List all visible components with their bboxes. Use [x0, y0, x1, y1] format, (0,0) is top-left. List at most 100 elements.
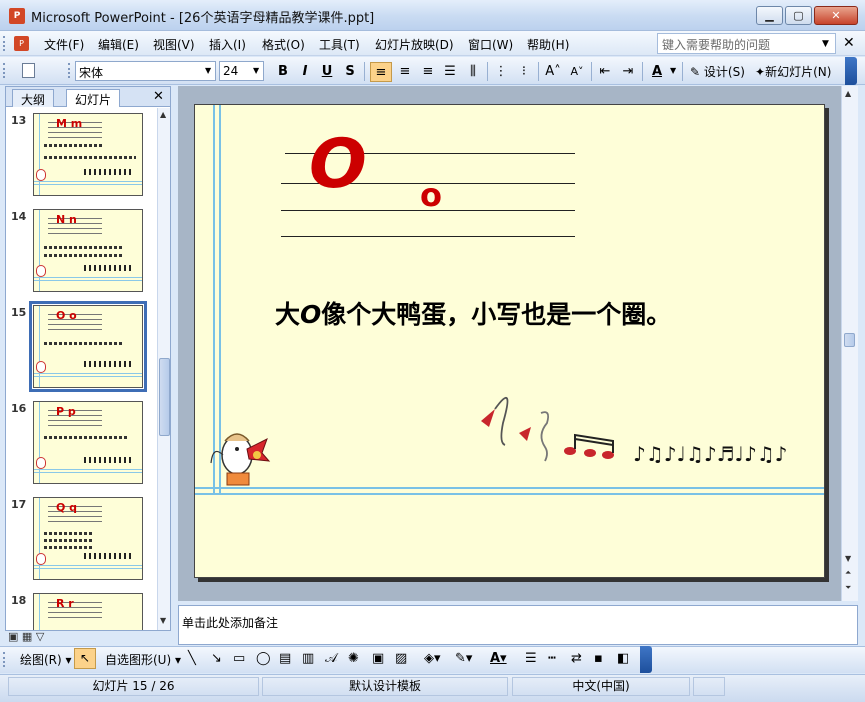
thumbnail-scrollbar[interactable]: ▲ ▼ [157, 108, 170, 630]
slide-thumbnail[interactable]: Q q [33, 497, 143, 580]
slide-thumbnail-selected[interactable]: O o [29, 301, 147, 392]
list-item[interactable]: 13 M m [6, 108, 156, 204]
menu-format[interactable]: 格式(O) [262, 36, 305, 53]
slide-thumbnail[interactable]: P p [33, 401, 143, 484]
scroll-down-icon[interactable]: ▼ [160, 616, 166, 625]
scroll-up-icon[interactable]: ▲ [160, 110, 166, 119]
decrease-font-icon[interactable]: A˅ [567, 62, 587, 82]
bullets-icon[interactable]: ⁝ [515, 62, 533, 82]
wordart-icon[interactable]: 𝒜 [325, 651, 337, 666]
arrow-icon[interactable]: ↘ [211, 651, 222, 666]
decrease-indent-icon[interactable]: ⇤ [596, 62, 614, 82]
oval-icon[interactable]: ◯ [256, 651, 271, 666]
close-button[interactable]: ✕ [814, 6, 858, 25]
3d-style-icon[interactable]: ◧ [617, 651, 629, 666]
new-slide-button[interactable]: ✦新幻灯片(N) [755, 63, 831, 80]
slide-sentence[interactable]: 大O像个大鸭蛋，小写也是一个圈。 [275, 295, 671, 331]
scroll-down-icon[interactable]: ▼ [845, 554, 851, 563]
chevron-down-icon[interactable]: ▼ [670, 66, 676, 75]
chevron-down-icon[interactable]: ▼ [822, 39, 829, 49]
increase-font-icon[interactable]: A˄ [543, 62, 563, 82]
menu-window[interactable]: 窗口(W) [468, 36, 513, 53]
chevron-down-icon[interactable]: ▼ [253, 66, 259, 75]
increase-indent-icon[interactable]: ⇥ [619, 62, 637, 82]
menu-tools[interactable]: 工具(T) [319, 36, 360, 53]
font-name-select[interactable]: 宋体 [75, 61, 216, 81]
list-item[interactable]: 16 P p [6, 396, 156, 492]
previous-slide-icon[interactable]: ⏶ [845, 568, 851, 578]
align-left-button[interactable]: ≡ [370, 62, 392, 82]
new-document-icon[interactable] [22, 63, 35, 78]
font-color-icon[interactable]: A [648, 62, 666, 82]
chevron-down-icon[interactable]: ▼ [205, 66, 211, 75]
bold-button[interactable]: B [275, 62, 291, 82]
slideshow-view-icon[interactable]: ▽ [36, 630, 44, 643]
toolbar-options-icon[interactable] [640, 646, 652, 673]
tab-slides[interactable]: 幻灯片 [66, 89, 121, 107]
help-search-input[interactable]: 键入需要帮助的问题 [657, 33, 836, 54]
slide-position-status: 幻灯片 15 / 26 [8, 677, 259, 696]
dash-style-icon[interactable]: ┅ [548, 651, 556, 666]
picture-icon[interactable]: ▨ [395, 651, 407, 666]
textbox-icon[interactable]: ▤ [279, 651, 291, 666]
clipart-icon[interactable]: ▣ [372, 651, 384, 666]
notes-pane[interactable]: 单击此处添加备注 [178, 605, 858, 645]
scroll-up-icon[interactable]: ▲ [845, 89, 851, 98]
slide-thumbnail[interactable]: N n [33, 209, 143, 292]
scroll-thumb[interactable] [159, 358, 170, 436]
fill-color-icon[interactable]: ◈▾ [424, 651, 441, 666]
diagram-icon[interactable]: ✺ [348, 651, 359, 666]
draw-menu-button[interactable]: 绘图(R) ▾ [20, 651, 72, 668]
menu-file[interactable]: 文件(F) [44, 36, 84, 53]
underline-button[interactable]: U [319, 62, 335, 82]
list-item[interactable]: 15 O o [6, 300, 156, 396]
slide-sorter-icon[interactable]: ▦ [22, 630, 32, 643]
align-center-button[interactable]: ≡ [396, 62, 414, 82]
select-objects-icon[interactable]: ↖ [74, 648, 96, 669]
template-status: 默认设计模板 [262, 677, 508, 696]
design-button[interactable]: ✎ 设计(S) [690, 63, 745, 80]
staff-line [281, 236, 575, 237]
normal-view-icon[interactable]: ▣ [8, 630, 18, 643]
list-item[interactable]: 14 N n [6, 204, 156, 300]
line-color-icon[interactable]: ✎▾ [455, 651, 472, 666]
line-style-icon[interactable]: ☰ [525, 651, 537, 666]
font-color-icon[interactable]: A▾ [490, 651, 507, 666]
vertical-textbox-icon[interactable]: ▥ [302, 651, 314, 666]
rectangle-icon[interactable]: ▭ [233, 651, 245, 666]
menu-slideshow[interactable]: 幻灯片放映(D) [375, 36, 454, 53]
panel-close-icon[interactable]: ✕ [153, 89, 164, 104]
autoshapes-button[interactable]: 自选图形(U) ▾ [105, 651, 181, 668]
distribute-button[interactable]: ⫼ [464, 62, 482, 82]
current-slide[interactable]: O o 大O像个大鸭蛋，小写也是一个圈。 ♪♫♪♩♫♪♬♩♪♫♪ [194, 104, 825, 578]
menu-view[interactable]: 视图(V) [153, 36, 195, 53]
numbering-icon[interactable]: ⋮ [492, 62, 510, 82]
document-close-icon[interactable]: ✕ [843, 35, 855, 51]
list-item[interactable]: 17 Q q [6, 492, 156, 588]
slide-thumbnail[interactable]: R r [33, 593, 143, 630]
menu-insert[interactable]: 插入(I) [209, 36, 246, 53]
slide-scrollbar[interactable]: ▲ ▼ ⏶ ⏷ [841, 86, 858, 601]
document-icon[interactable]: P [14, 36, 29, 51]
arrow-style-icon[interactable]: ⇄ [571, 651, 582, 666]
svg-text:♪♫♪♩♫♪♬♩♪♫♪: ♪♫♪♩♫♪♬♩♪♫♪ [633, 442, 787, 466]
shadow-style-icon[interactable]: ▪ [594, 651, 603, 666]
notes-placeholder[interactable]: 单击此处添加备注 [182, 614, 278, 631]
minimize-button[interactable]: ▁ [756, 6, 783, 25]
italic-button[interactable]: I [297, 62, 313, 82]
shadow-button[interactable]: S [342, 62, 358, 82]
menu-help[interactable]: 帮助(H) [527, 36, 569, 53]
toolbar-options-icon[interactable] [845, 57, 857, 85]
menu-edit[interactable]: 编辑(E) [98, 36, 139, 53]
uppercase-letter[interactable]: O [309, 131, 367, 199]
maximize-button[interactable]: ▢ [785, 6, 812, 25]
lowercase-letter[interactable]: o [420, 179, 442, 211]
scroll-thumb[interactable] [844, 333, 855, 347]
line-icon[interactable]: ╲ [188, 651, 196, 666]
next-slide-icon[interactable]: ⏷ [845, 583, 851, 593]
justify-button[interactable]: ☰ [441, 62, 459, 82]
tab-outline[interactable]: 大纲 [12, 89, 55, 107]
slide-thumbnail[interactable]: M m [33, 113, 143, 196]
list-item[interactable]: 18 R r [6, 588, 156, 630]
align-right-button[interactable]: ≡ [419, 62, 437, 82]
